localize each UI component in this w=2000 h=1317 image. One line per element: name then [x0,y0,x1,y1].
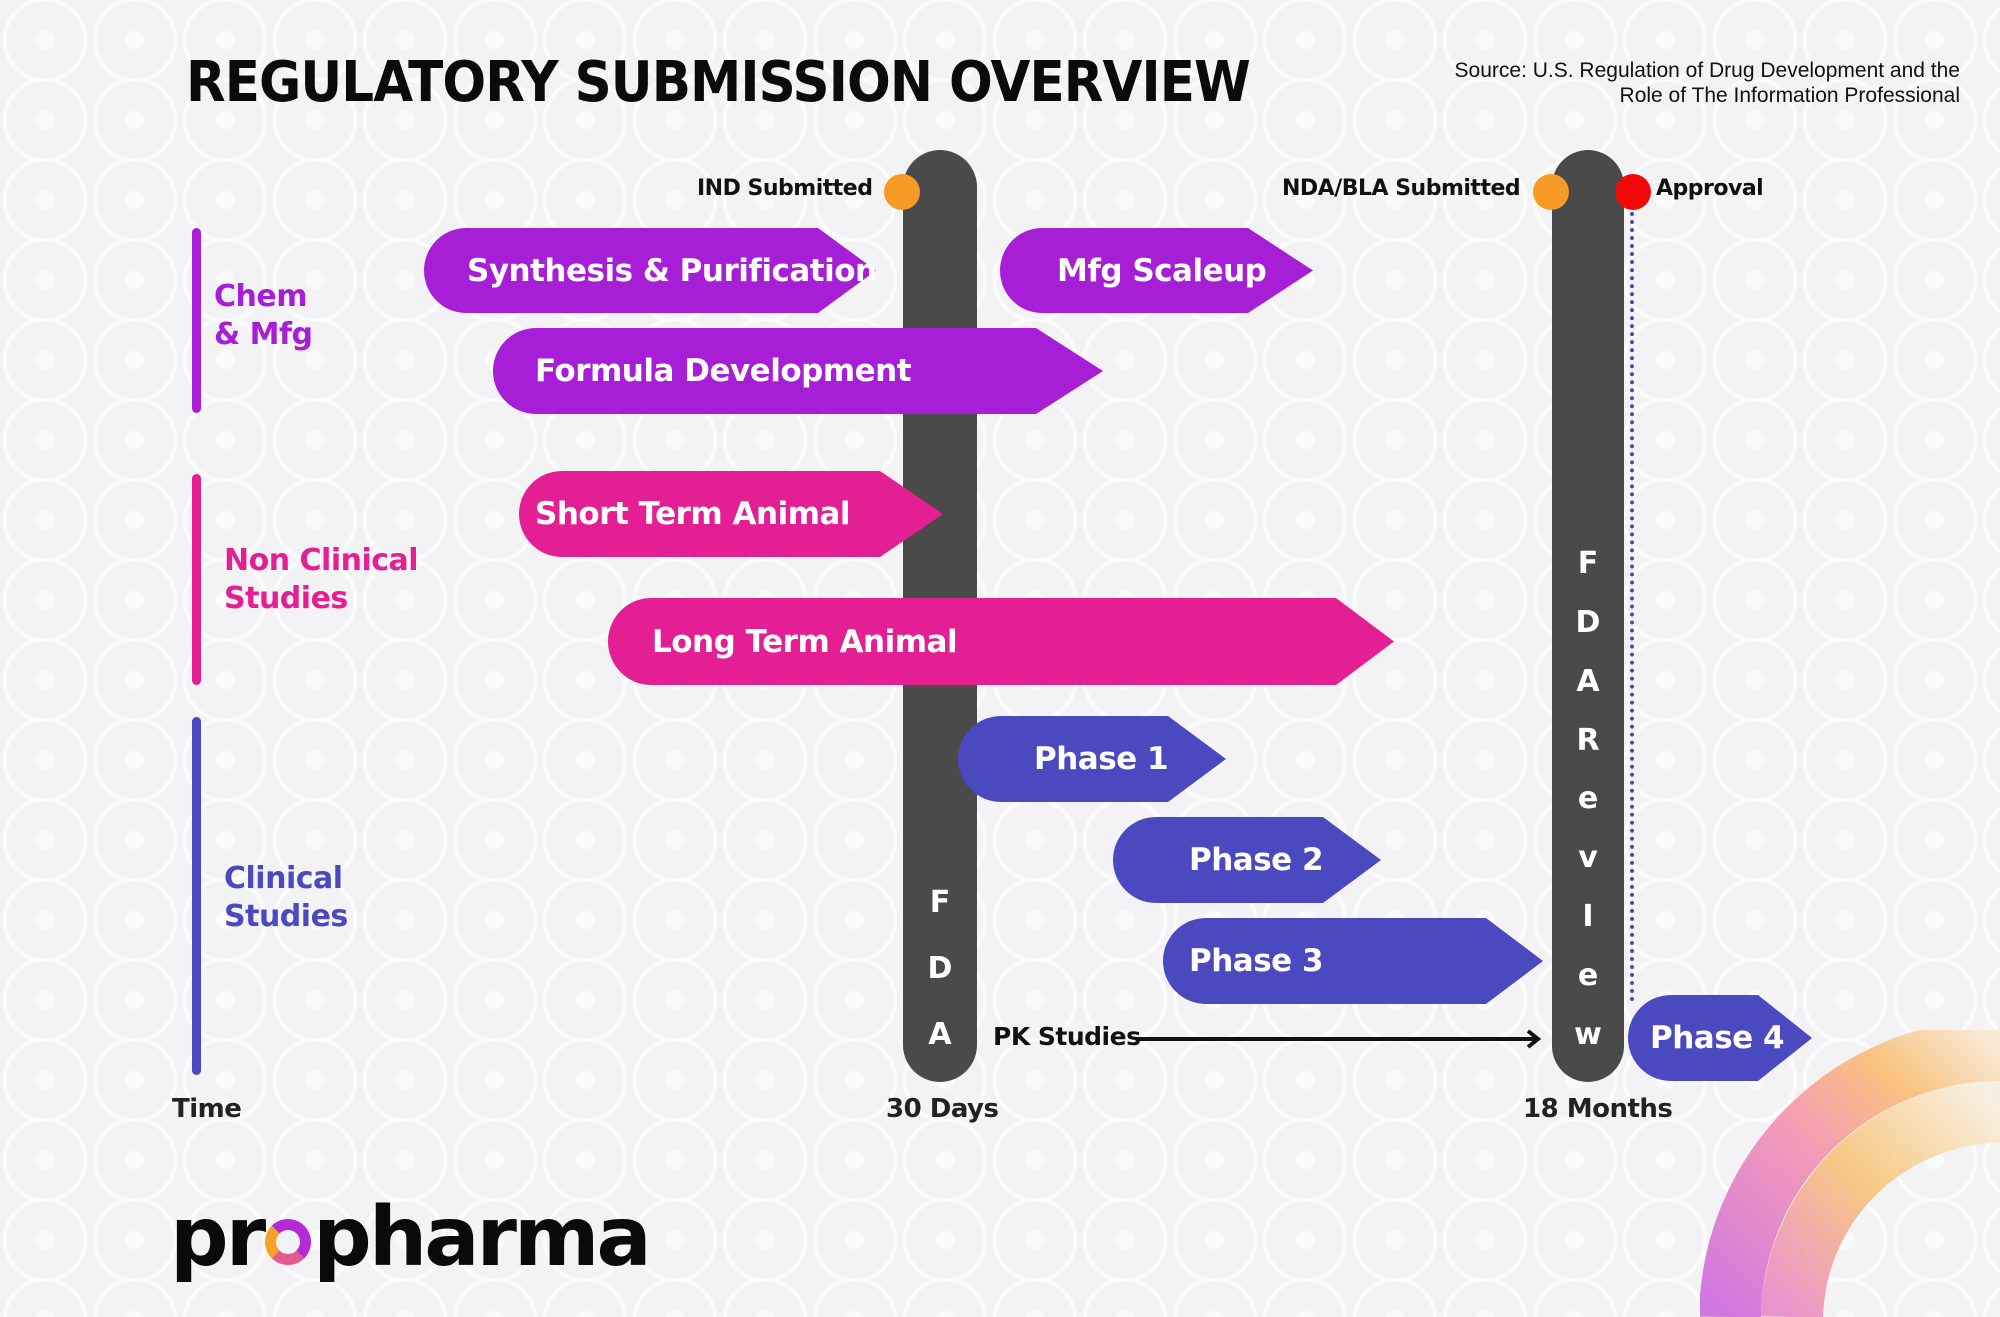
source-note: Source: U.S. Regulation of Drug Developm… [1360,58,1960,108]
logo-text-pharma: pharma [313,1190,652,1285]
activity-short-term-animal: Short Term Animal [519,471,943,557]
pk-studies-label: PK Studies [993,1022,1141,1051]
fda-review-letter: e [1577,781,1599,816]
chem-label-line2: & Mfg [214,317,313,352]
time-tick-30-days: 30 Days [886,1094,999,1124]
fda-review-letter: v [1578,840,1598,875]
fda-review-letter: e [1577,958,1599,993]
activity-label: Formula Development [535,353,912,389]
activity-label: Mfg Scaleup [1057,252,1267,289]
activity-label: Short Term Animal [535,496,851,532]
logo-text-pr: pr [170,1190,266,1285]
fda-letter: F [929,885,951,920]
activity-phase-3: Phase 3 [1163,918,1543,1004]
approval-label: Approval [1656,176,1764,201]
activity-formula-development: Formula Development [493,328,1103,414]
pk-studies-arrow [1136,1029,1542,1049]
fda-review-letter: I [1582,899,1594,934]
activity-long-term-animal: Long Term Animal [608,598,1394,685]
time-axis-label: Time [172,1094,242,1124]
nda-submitted-dot [1533,174,1569,210]
chem-label-line1: Chem [214,279,307,314]
page-title: REGULATORY SUBMISSION OVERVIEW [186,50,1251,115]
fda-review-letter: A [1576,664,1600,699]
chem-category-line [192,228,201,413]
clinical-category-line [192,717,201,1075]
activity-label: Phase 3 [1189,943,1324,979]
approval-dot [1615,174,1651,210]
decorative-arc-graphic [1700,1030,2000,1317]
activity-mfg-scaleup: Mfg Scaleup [1000,228,1313,313]
chem-category-label: Chem & Mfg [214,278,313,354]
nda-submitted-label: NDA/BLA Submitted [1282,176,1521,201]
nonclinical-label-line1: Non Clinical [224,543,419,578]
propharma-logo: pr pharma [170,1190,652,1285]
activity-label: Phase 1 [1034,741,1169,777]
logo-ring-icon [265,1219,312,1265]
fda-letter: A [928,1017,952,1052]
time-tick-18-months: 18 Months [1523,1094,1673,1124]
fda-review-letter: D [1575,605,1601,640]
activity-label: Synthesis & Purification [467,252,877,289]
ind-submitted-label: IND Submitted [697,176,873,201]
source-line-2: Role of The Information Professional [1619,84,1960,107]
approval-dotted-line [1630,212,1634,1002]
source-line-1: Source: U.S. Regulation of Drug Developm… [1454,59,1960,82]
fda-letter: D [927,951,953,986]
ind-submitted-dot [884,174,920,210]
clinical-category-label: Clinical Studies [224,860,348,936]
fda-review-letter: w [1574,1017,1602,1052]
activity-phase-1: Phase 1 [958,716,1226,802]
fda-review-letter: F [1577,546,1599,581]
nonclinical-category-label: Non Clinical Studies [224,542,419,618]
clinical-label-line2: Studies [224,899,348,934]
fda-review-letter: R [1576,723,1600,758]
activity-phase-2: Phase 2 [1113,817,1381,903]
nonclinical-label-line2: Studies [224,581,348,616]
nonclinical-category-line [192,474,201,685]
activity-label: Long Term Animal [652,623,958,660]
activity-synthesis-purification: Synthesis & Purification [424,228,877,313]
activity-label: Phase 2 [1189,842,1324,878]
clinical-label-line1: Clinical [224,861,343,896]
